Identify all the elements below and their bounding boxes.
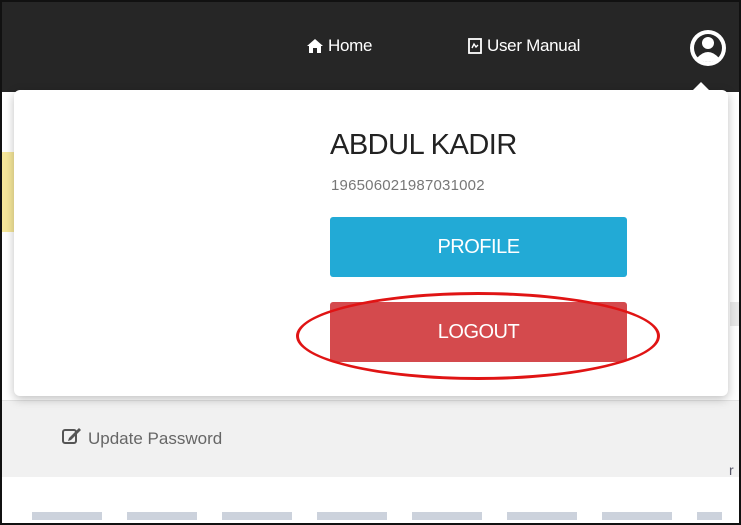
screenshot-frame: Home User Manual Update Password r ABDUL…	[0, 0, 741, 525]
logout-button[interactable]: LOGOUT	[330, 302, 627, 362]
background-fragment	[730, 302, 739, 326]
edit-icon	[62, 427, 82, 450]
background-text-fragment: r	[729, 462, 734, 478]
home-icon	[307, 39, 323, 53]
nav-user-manual-link[interactable]: User Manual	[468, 36, 580, 56]
document-icon	[468, 38, 482, 54]
nav-user-manual-label: User Manual	[487, 36, 581, 55]
nav-home-label: Home	[328, 36, 373, 55]
nav-home-link[interactable]: Home	[307, 36, 372, 56]
update-password-label: Update Password	[88, 428, 223, 448]
update-password-link[interactable]: Update Password	[62, 427, 222, 450]
user-id: 196506021987031002	[331, 177, 485, 194]
user-name: ABDUL KADIR	[330, 129, 517, 161]
user-circle-icon[interactable]	[688, 28, 728, 68]
top-navbar: Home User Manual	[2, 2, 739, 92]
dropdown-caret	[692, 82, 710, 91]
profile-button[interactable]: PROFILE	[330, 217, 627, 277]
background-strip	[2, 152, 14, 232]
background-text-row	[32, 512, 722, 520]
